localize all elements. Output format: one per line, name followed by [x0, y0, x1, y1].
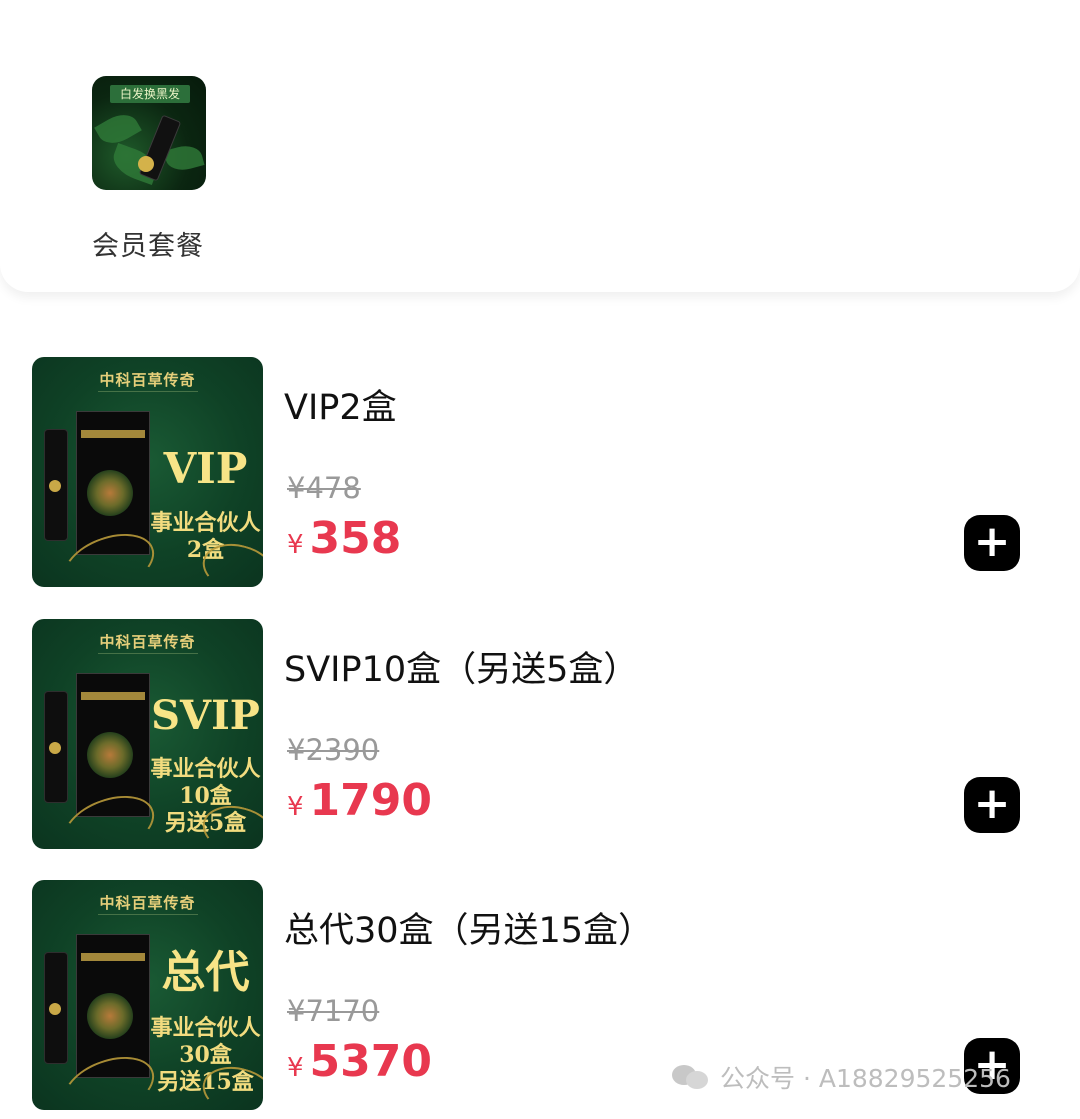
sale-price: ¥358 — [287, 513, 401, 564]
original-price: ¥478 — [287, 471, 361, 505]
badge-title: SVIP — [151, 691, 260, 739]
sale-price: ¥1790 — [287, 775, 432, 826]
price-value: 5370 — [309, 1036, 433, 1087]
product-image[interactable]: 中科百草传奇 SVIP 事业合伙人 10盒 另送5盒 — [32, 619, 263, 849]
badge-title: 总代 — [161, 946, 250, 998]
product-title: VIP2盒 — [284, 388, 397, 428]
product-item-vip[interactable]: 中科百草传奇 VIP 事业合伙人 2盒 VIP2盒 ¥478 ¥358 + — [32, 357, 1052, 587]
watermark: 公众号 · A18829525256 — [672, 1062, 1011, 1093]
currency-symbol: ¥ — [287, 792, 304, 822]
category-label: 会员套餐 — [92, 231, 204, 262]
product-brand: 中科百草传奇 — [99, 894, 196, 912]
category-panel: 白发换黑发 会员套餐 — [0, 0, 1080, 292]
badge-title: VIP — [163, 443, 248, 493]
product-item-svip[interactable]: 中科百草传奇 SVIP 事业合伙人 10盒 另送5盒 SVIP10盒（另送5盒）… — [32, 619, 1052, 849]
category-membership-package[interactable]: 白发换黑发 会员套餐 — [92, 76, 210, 262]
product-image[interactable]: 中科百草传奇 总代 事业合伙人 30盒 另送15盒 — [32, 880, 263, 1110]
original-price: ¥7170 — [287, 994, 380, 1028]
product-title: 总代30盒（另送15盒） — [284, 911, 654, 951]
category-thumbnail: 白发换黑发 — [92, 76, 206, 190]
currency-symbol: ¥ — [287, 1053, 304, 1083]
thumbnail-title: 白发换黑发 — [110, 85, 190, 103]
product-title: SVIP10盒（另送5盒） — [284, 650, 639, 690]
product-badge: VIP 事业合伙人 2盒 — [148, 427, 263, 564]
sale-price: ¥5370 — [287, 1036, 432, 1087]
watermark-text: 公众号 · A18829525256 — [720, 1064, 1011, 1093]
currency-symbol: ¥ — [287, 530, 304, 560]
product-image[interactable]: 中科百草传奇 VIP 事业合伙人 2盒 — [32, 357, 263, 587]
add-to-cart-button[interactable]: + — [964, 777, 1020, 833]
plus-icon: + — [973, 778, 1011, 829]
add-to-cart-button[interactable]: + — [964, 515, 1020, 571]
plus-icon: + — [973, 516, 1011, 567]
product-brand: 中科百草传奇 — [99, 371, 196, 389]
price-value: 358 — [309, 513, 402, 564]
price-value: 1790 — [309, 775, 433, 826]
original-price: ¥2390 — [287, 733, 380, 767]
wechat-icon — [672, 1063, 710, 1091]
product-brand: 中科百草传奇 — [99, 633, 196, 651]
